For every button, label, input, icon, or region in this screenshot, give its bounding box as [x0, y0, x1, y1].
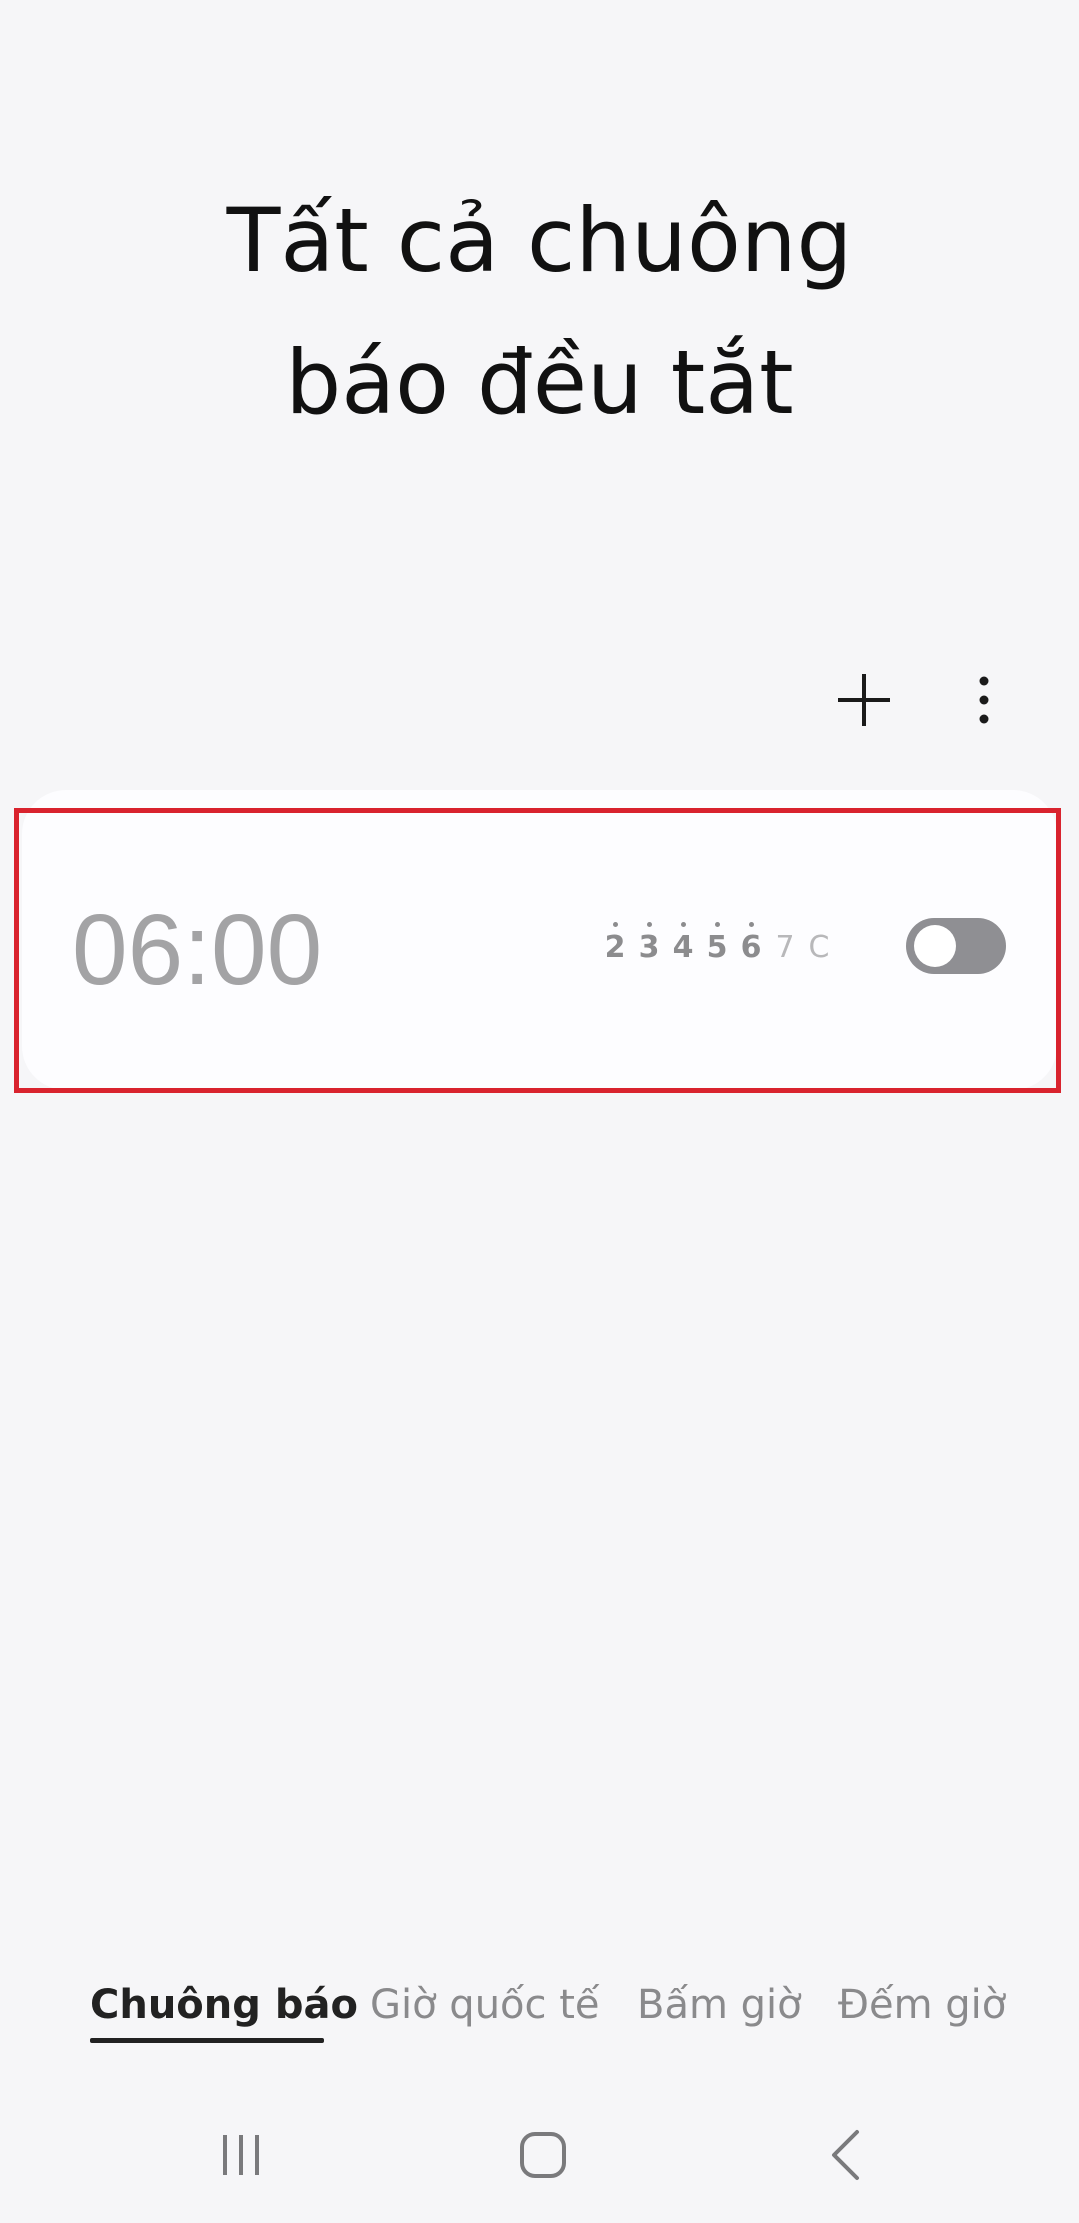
repeat-day-7: 7	[774, 918, 796, 978]
active-day-dot	[680, 922, 686, 927]
alarm-time: 06:00	[72, 894, 323, 1006]
toggle-knob	[914, 925, 956, 967]
page-title-line-1: Tất cả chuông	[226, 189, 853, 292]
home-icon	[520, 2132, 566, 2178]
tab-stopwatch[interactable]: Bấm giờ	[637, 1975, 802, 2035]
toolbar	[829, 660, 1019, 740]
tab-timer[interactable]: Đếm giờ	[838, 1975, 1006, 2035]
active-day-dot	[714, 922, 720, 927]
alarm-toggle-switch[interactable]	[906, 918, 1006, 974]
active-day-dot	[646, 922, 652, 927]
repeat-day-3: 3	[638, 918, 660, 978]
repeat-day-label: 5	[706, 930, 728, 965]
back-button[interactable]	[795, 2115, 895, 2195]
repeat-day-5: 5	[706, 918, 728, 978]
repeat-day-label: 2	[604, 930, 626, 965]
repeat-day-2: 2	[604, 918, 626, 978]
repeat-day-label: C	[808, 930, 830, 965]
bottom-tabs: Chuông báo Giờ quốc tế Bấm giờ Đếm giờ	[0, 1975, 1079, 2055]
add-alarm-button[interactable]	[829, 665, 899, 735]
active-day-dot	[612, 922, 618, 927]
active-day-dot	[748, 922, 754, 927]
repeat-day-label: 4	[672, 930, 694, 965]
home-button[interactable]	[493, 2115, 593, 2195]
repeat-day-label: 3	[638, 930, 660, 965]
repeat-day-6: 6	[740, 918, 762, 978]
page-title-line-2: báo đều tắt	[285, 331, 794, 434]
tab-alarm[interactable]: Chuông báo	[90, 1975, 358, 2035]
repeat-day-label: 6	[740, 930, 762, 965]
recent-apps-icon	[223, 2135, 259, 2175]
alarm-repeat-days: 234567C	[604, 918, 830, 978]
system-nav-bar	[0, 2115, 1079, 2195]
more-vertical-icon	[979, 676, 989, 724]
back-icon	[832, 2130, 859, 2180]
tab-world-clock[interactable]: Giờ quốc tế	[370, 1975, 600, 2035]
repeat-day-label: 7	[775, 930, 795, 965]
recent-apps-button[interactable]	[191, 2115, 291, 2195]
repeat-day-c: C	[808, 918, 830, 978]
repeat-day-4: 4	[672, 918, 694, 978]
plus-icon	[838, 674, 890, 726]
more-options-button[interactable]	[949, 665, 1019, 735]
page-title: Tất cả chuông báo đều tắt	[0, 170, 1079, 454]
active-tab-indicator	[90, 2038, 324, 2043]
